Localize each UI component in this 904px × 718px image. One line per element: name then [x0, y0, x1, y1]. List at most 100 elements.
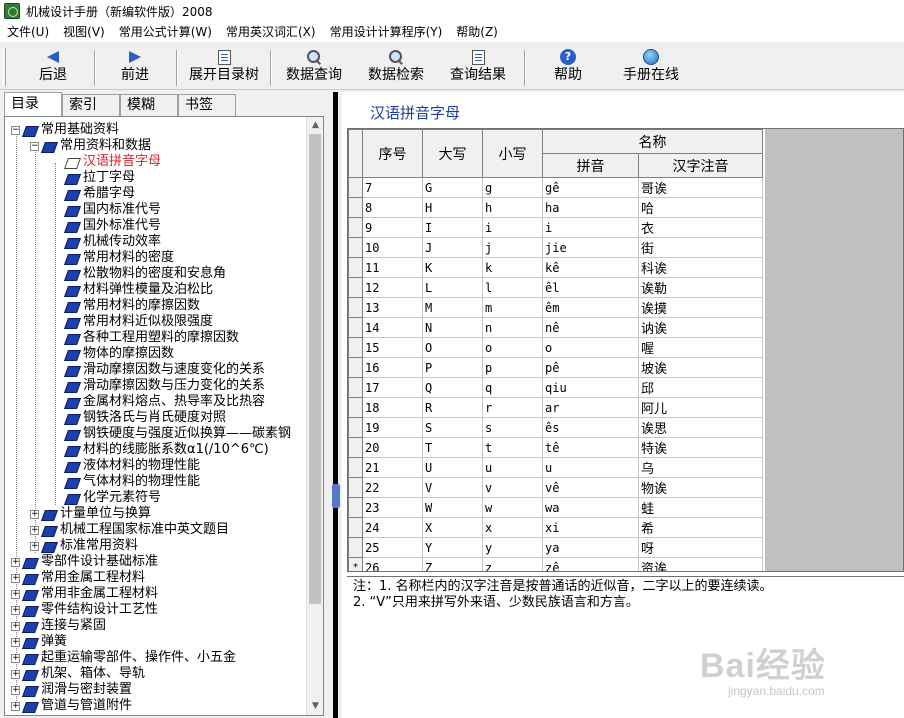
table-row[interactable]: 16 Pp pê 坡诶 — [348, 357, 763, 378]
expand-tree-button[interactable]: 展开目录树 — [186, 48, 262, 88]
tree-leaf[interactable]: 常用材料的密度 — [65, 250, 174, 266]
cell-upper[interactable]: J — [422, 237, 483, 258]
row-selector[interactable] — [348, 177, 363, 198]
cell-hanzi[interactable]: 邱 — [638, 377, 763, 398]
query-result-button[interactable]: 查询结果 — [448, 48, 508, 88]
contents-tree[interactable]: − 常用基础资料 − 常用资料和数据 汉语拼音字母 拉丁字母 希腊字母 国内标准… — [4, 116, 324, 716]
header-name[interactable]: 名称 — [542, 129, 763, 154]
menu-formula[interactable]: 常用公式计算(W) — [112, 22, 219, 42]
cell-upper[interactable]: H — [422, 197, 483, 218]
table-row[interactable]: 11 Kk kê 科诶 — [348, 257, 763, 278]
tree-leaf[interactable]: 金属材料熔点、热导率及比热容 — [65, 394, 265, 410]
row-selector[interactable] — [348, 437, 363, 458]
cell-hanzi[interactable]: 物诶 — [638, 477, 763, 498]
tree-node[interactable]: + 机架、箱体、导轨 — [11, 666, 145, 682]
table-row[interactable]: 24 Xx xi 希 — [348, 517, 763, 538]
cell-pinyin[interactable]: ya — [542, 537, 639, 558]
cell-seq[interactable]: 7 — [362, 177, 423, 198]
cell-lower[interactable]: v — [482, 477, 543, 498]
tree-leaf[interactable]: 松散物料的密度和安息角 — [65, 266, 226, 282]
cell-lower[interactable]: t — [482, 437, 543, 458]
table-row[interactable]: 22 Vv vê 物诶 — [348, 477, 763, 498]
table-row[interactable]: 14 Nn nê 讷诶 — [348, 317, 763, 338]
cell-seq[interactable]: 14 — [362, 317, 423, 338]
expand-icon[interactable]: + — [11, 605, 20, 615]
cell-pinyin[interactable]: qiu — [542, 377, 639, 398]
cell-hanzi[interactable]: 哥诶 — [638, 177, 763, 198]
cell-seq[interactable]: 12 — [362, 277, 423, 298]
tree-node[interactable]: + 计量单位与换算 — [30, 506, 151, 522]
cell-upper[interactable]: W — [422, 497, 483, 518]
cell-seq[interactable]: 13 — [362, 297, 423, 318]
cell-seq[interactable]: 17 — [362, 377, 423, 398]
cell-hanzi[interactable]: 坡诶 — [638, 357, 763, 378]
forward-button[interactable]: 前进 — [118, 48, 152, 88]
tree-node[interactable]: + 机械工程国家标准中英文题目 — [30, 522, 229, 538]
cell-seq[interactable]: 18 — [362, 397, 423, 418]
tree-node[interactable]: + 零部件设计基础标准 — [11, 554, 158, 570]
cell-lower[interactable]: r — [482, 397, 543, 418]
cell-lower[interactable]: i — [482, 217, 543, 238]
tree-node[interactable]: + 零件结构设计工艺性 — [11, 602, 158, 618]
tree-node[interactable]: + 弹簧 — [11, 634, 67, 650]
tree-leaf[interactable]: 钢铁洛氏与肖氏硬度对照 — [65, 410, 226, 426]
cell-lower[interactable]: s — [482, 417, 543, 438]
tree-leaf[interactable]: 材料弹性模量及泊松比 — [65, 282, 213, 298]
cell-lower[interactable]: q — [482, 377, 543, 398]
cell-seq[interactable]: 11 — [362, 257, 423, 278]
cell-upper[interactable]: Q — [422, 377, 483, 398]
table-row[interactable]: 12 Ll êl 诶勒 — [348, 277, 763, 298]
cell-lower[interactable]: k — [482, 257, 543, 278]
tree-scrollbar[interactable]: ▲ ▼ — [306, 117, 323, 715]
scroll-up-icon[interactable]: ▲ — [307, 117, 323, 134]
scroll-down-icon[interactable]: ▼ — [307, 698, 323, 715]
tree-node-group[interactable]: − 常用资料和数据 — [30, 138, 151, 154]
expand-icon[interactable]: + — [11, 701, 20, 711]
table-row[interactable]: 13 Mm êm 诶摸 — [348, 297, 763, 318]
cell-seq[interactable]: 26 — [362, 557, 423, 571]
cell-upper[interactable]: Y — [422, 537, 483, 558]
tree-node[interactable]: + 常用金属工程材料 — [11, 570, 145, 586]
cell-pinyin[interactable]: u — [542, 457, 639, 478]
row-selector[interactable] — [348, 217, 363, 238]
cell-seq[interactable]: 21 — [362, 457, 423, 478]
cell-upper[interactable]: V — [422, 477, 483, 498]
menu-help[interactable]: 帮助(Z) — [449, 22, 505, 42]
cell-lower[interactable]: m — [482, 297, 543, 318]
row-selector[interactable] — [348, 337, 363, 358]
cell-hanzi[interactable]: 特诶 — [638, 437, 763, 458]
cell-hanzi[interactable]: 希 — [638, 517, 763, 538]
row-selector[interactable] — [348, 537, 363, 558]
cell-lower[interactable]: h — [482, 197, 543, 218]
panel-splitter[interactable] — [329, 92, 341, 718]
online-manual-button[interactable]: 手册在线 — [620, 48, 682, 88]
tab-contents[interactable]: 目录 — [4, 92, 62, 116]
cell-pinyin[interactable]: pê — [542, 357, 639, 378]
table-row[interactable]: 10 Jj jie 街 — [348, 237, 763, 258]
cell-upper[interactable]: Z — [422, 557, 483, 571]
header-seq[interactable]: 序号 — [362, 129, 423, 178]
table-row[interactable]: 21 Uu u 乌 — [348, 457, 763, 478]
cell-hanzi[interactable]: 诶勒 — [638, 277, 763, 298]
cell-pinyin[interactable]: wa — [542, 497, 639, 518]
data-search-button[interactable]: 数据检索 — [366, 48, 426, 88]
cell-lower[interactable]: z — [482, 557, 543, 571]
data-query-button[interactable]: 数据查询 — [284, 48, 344, 88]
cell-seq[interactable]: 23 — [362, 497, 423, 518]
row-selector[interactable] — [348, 377, 363, 398]
cell-pinyin[interactable]: jie — [542, 237, 639, 258]
row-selector[interactable] — [348, 477, 363, 498]
expand-icon[interactable]: + — [11, 589, 20, 599]
expand-icon[interactable]: + — [11, 557, 20, 567]
cell-seq[interactable]: 20 — [362, 437, 423, 458]
row-selector[interactable] — [348, 237, 363, 258]
cell-pinyin[interactable]: ar — [542, 397, 639, 418]
row-selector[interactable] — [348, 497, 363, 518]
tree-node[interactable]: + 润滑与密封装置 — [11, 682, 132, 698]
tree-node-root[interactable]: − 常用基础资料 — [11, 122, 119, 138]
row-selector[interactable] — [348, 517, 363, 538]
table-row[interactable]: 19 Ss ês 诶思 — [348, 417, 763, 438]
table-row[interactable]: 25 Yy ya 呀 — [348, 537, 763, 558]
row-selector[interactable] — [348, 317, 363, 338]
tree-leaf-selected[interactable]: 汉语拼音字母 — [65, 154, 161, 170]
